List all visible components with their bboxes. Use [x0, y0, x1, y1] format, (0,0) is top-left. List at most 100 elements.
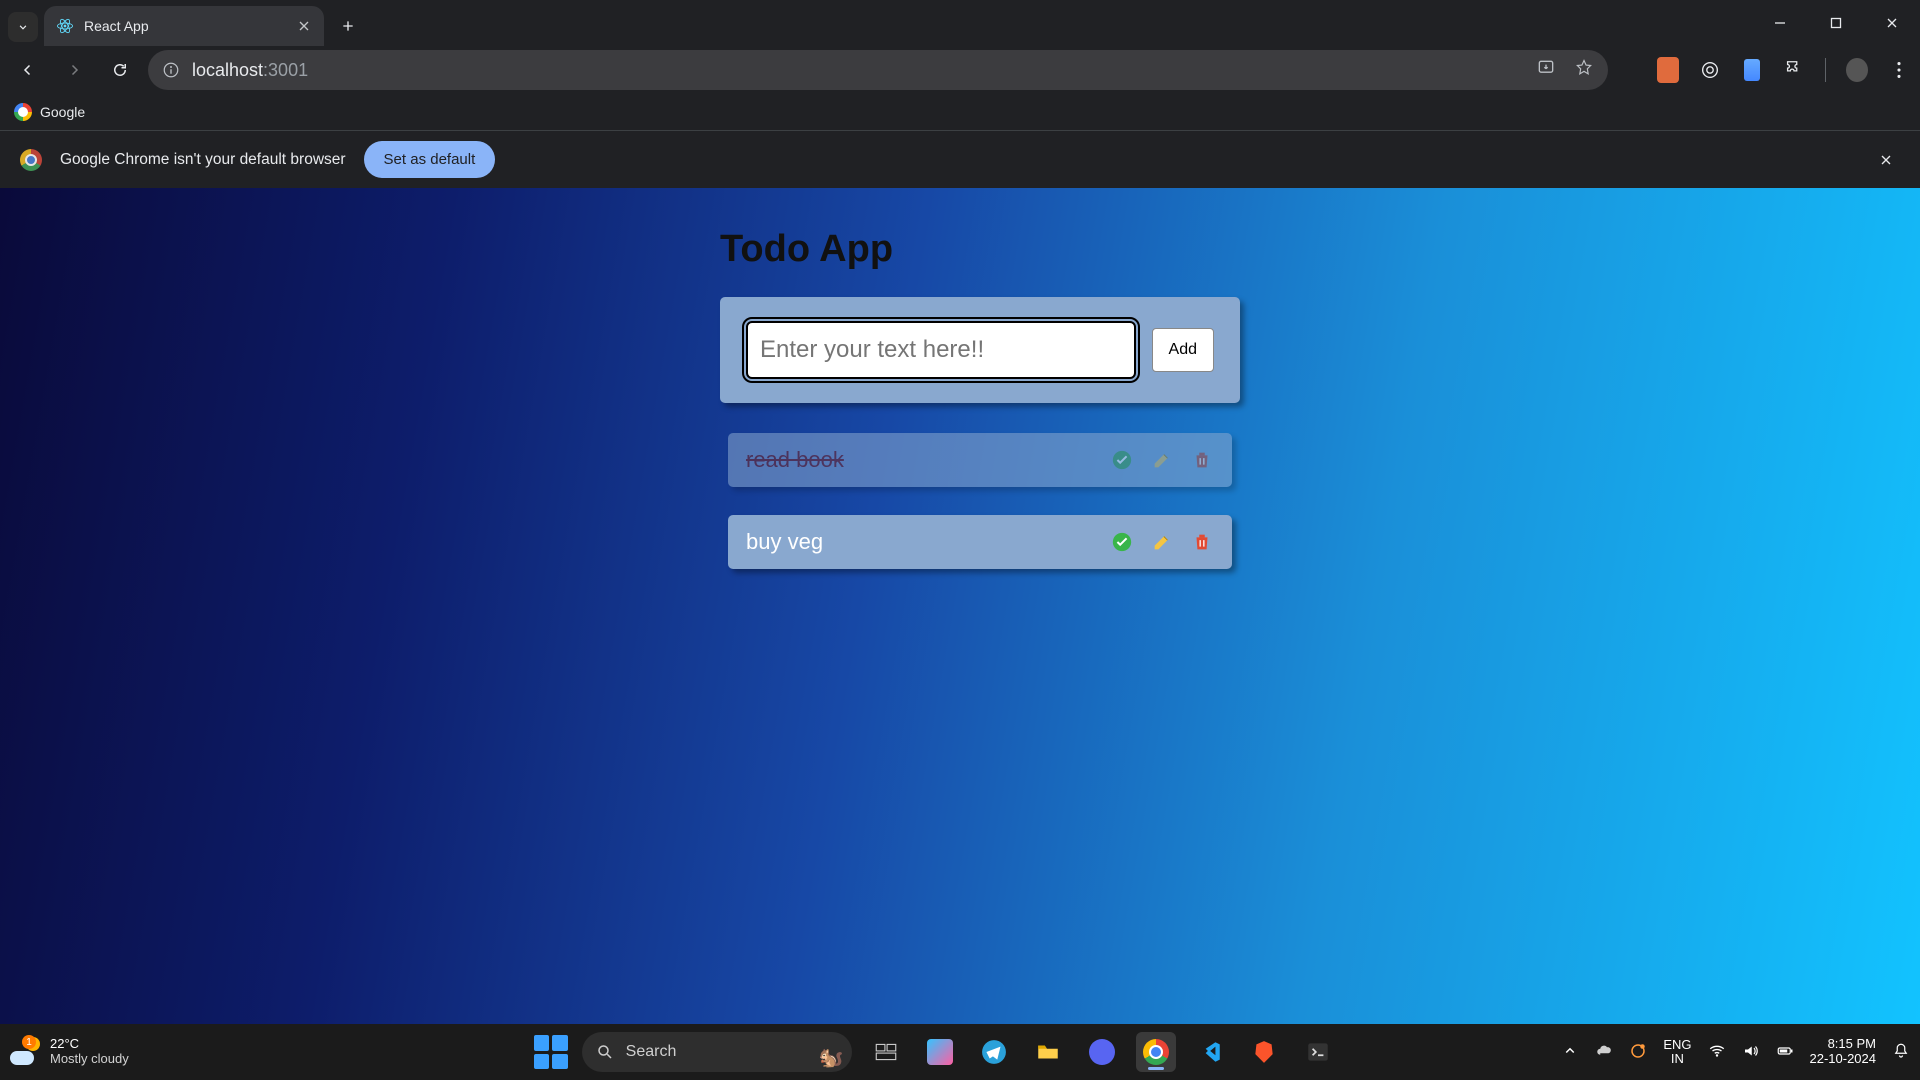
infobar-text: Google Chrome isn't your default browser [60, 151, 346, 169]
browser-toolbar: localhost:3001 [0, 46, 1920, 94]
nav-back-button[interactable] [10, 52, 46, 88]
chrome-menu-button[interactable] [1888, 59, 1910, 81]
todo-complete-button[interactable] [1110, 448, 1134, 472]
search-icon [596, 1043, 614, 1061]
trash-icon [1191, 449, 1213, 471]
tray-language[interactable]: ENG IN [1663, 1038, 1691, 1067]
lang-top: ENG [1663, 1038, 1691, 1052]
todo-edit-button[interactable] [1150, 448, 1174, 472]
install-app-button[interactable] [1536, 58, 1556, 83]
tab-strip: React App [0, 0, 1920, 46]
tray-volume[interactable] [1742, 1042, 1760, 1063]
infobar-close-button[interactable] [1872, 146, 1900, 174]
taskbar-weather[interactable]: 1 22°C Mostly cloudy [10, 1037, 310, 1067]
telegram-icon [981, 1039, 1007, 1065]
start-button[interactable] [534, 1035, 568, 1069]
nav-reload-button[interactable] [102, 52, 138, 88]
extension-icon-1[interactable] [1657, 59, 1679, 81]
taskbar-file-explorer[interactable] [1028, 1032, 1068, 1072]
tray-updates[interactable] [1629, 1042, 1647, 1063]
default-browser-infobar: Google Chrome isn't your default browser… [0, 130, 1920, 188]
info-icon [162, 61, 180, 79]
install-icon [1536, 58, 1556, 78]
taskbar-chrome[interactable] [1136, 1032, 1176, 1072]
chrome-icon [1143, 1039, 1169, 1065]
page-content: Todo App Add read book buy veg [0, 188, 1920, 1024]
chevron-down-icon [16, 20, 30, 34]
tab-search-button[interactable] [8, 12, 38, 42]
clock-date: 22-10-2024 [1810, 1052, 1877, 1067]
url-text: localhost:3001 [192, 60, 308, 81]
browser-chrome: React App localhost:3001 [0, 0, 1920, 188]
window-controls [1752, 0, 1920, 46]
site-info-button[interactable] [162, 61, 180, 79]
close-icon [1885, 16, 1899, 30]
taskbar-vscode[interactable] [1190, 1032, 1230, 1072]
window-minimize-button[interactable] [1752, 0, 1808, 46]
weather-badge: 1 [22, 1035, 36, 1049]
taskbar-terminal[interactable] [1298, 1032, 1338, 1072]
extension-icon-2[interactable] [1699, 59, 1721, 81]
tray-battery[interactable] [1776, 1042, 1794, 1063]
bookmark-label: Google [40, 104, 85, 120]
edit-icon [1151, 531, 1173, 553]
window-maximize-button[interactable] [1808, 0, 1864, 46]
tray-onedrive[interactable] [1595, 1042, 1613, 1063]
tray-wifi[interactable] [1708, 1042, 1726, 1063]
bell-icon [1892, 1042, 1910, 1060]
todo-delete-button[interactable] [1190, 448, 1214, 472]
toolbar-separator [1825, 58, 1826, 82]
check-circle-icon [1111, 531, 1133, 553]
window-close-button[interactable] [1864, 0, 1920, 46]
profile-avatar[interactable] [1846, 59, 1868, 81]
set-default-button[interactable]: Set as default [364, 141, 496, 178]
cloud-icon [1595, 1042, 1613, 1060]
taskbar-telegram[interactable] [974, 1032, 1014, 1072]
extensions-menu-button[interactable] [1783, 59, 1805, 81]
todo-input-card: Add [720, 297, 1240, 403]
tab-title: React App [84, 18, 286, 34]
url-port: :3001 [263, 60, 308, 80]
battery-icon [1776, 1042, 1794, 1060]
address-bar[interactable]: localhost:3001 [148, 50, 1608, 90]
new-tab-button[interactable] [332, 10, 364, 42]
tab-close-button[interactable] [296, 18, 312, 34]
todo-text: buy veg [746, 529, 1100, 555]
puzzle-icon [1783, 59, 1805, 81]
extension-icon-3[interactable] [1741, 59, 1763, 81]
close-icon [296, 18, 312, 34]
taskbar-copilot[interactable] [920, 1032, 960, 1072]
sync-icon [1629, 1042, 1647, 1060]
tray-overflow-button[interactable] [1561, 1042, 1579, 1063]
browser-tab[interactable]: React App [44, 6, 324, 46]
plus-icon [340, 18, 356, 34]
kebab-icon [1888, 59, 1910, 81]
url-host: localhost [192, 60, 263, 80]
taskbar-discord[interactable] [1082, 1032, 1122, 1072]
taskbar-task-view[interactable] [866, 1032, 906, 1072]
arrow-left-icon [19, 61, 37, 79]
minimize-icon [1773, 16, 1787, 30]
taskbar-brave[interactable] [1244, 1032, 1284, 1072]
taskbar-search[interactable]: Search 🐿️ [582, 1032, 852, 1072]
nav-forward-button[interactable] [56, 52, 92, 88]
bookmark-star-button[interactable] [1574, 58, 1594, 83]
bookmarks-bar: Google [0, 94, 1920, 130]
add-button[interactable]: Add [1152, 328, 1214, 372]
todo-delete-button[interactable] [1190, 530, 1214, 554]
todo-edit-button[interactable] [1150, 530, 1174, 554]
task-view-icon [873, 1039, 899, 1065]
system-tray: ENG IN 8:15 PM 22-10-2024 [1561, 1037, 1910, 1067]
search-placeholder: Search [626, 1043, 677, 1061]
bookmark-google[interactable]: Google [14, 103, 85, 121]
chrome-icon [20, 149, 42, 171]
target-icon [1699, 59, 1721, 81]
tray-clock[interactable]: 8:15 PM 22-10-2024 [1810, 1037, 1877, 1067]
weather-desc: Mostly cloudy [50, 1052, 129, 1067]
todo-complete-button[interactable] [1110, 530, 1134, 554]
search-mascot-icon: 🐿️ [819, 1045, 844, 1070]
folder-icon [1035, 1039, 1061, 1065]
todo-input[interactable] [746, 321, 1136, 379]
brave-icon [1251, 1039, 1277, 1065]
tray-notifications[interactable] [1892, 1042, 1910, 1063]
